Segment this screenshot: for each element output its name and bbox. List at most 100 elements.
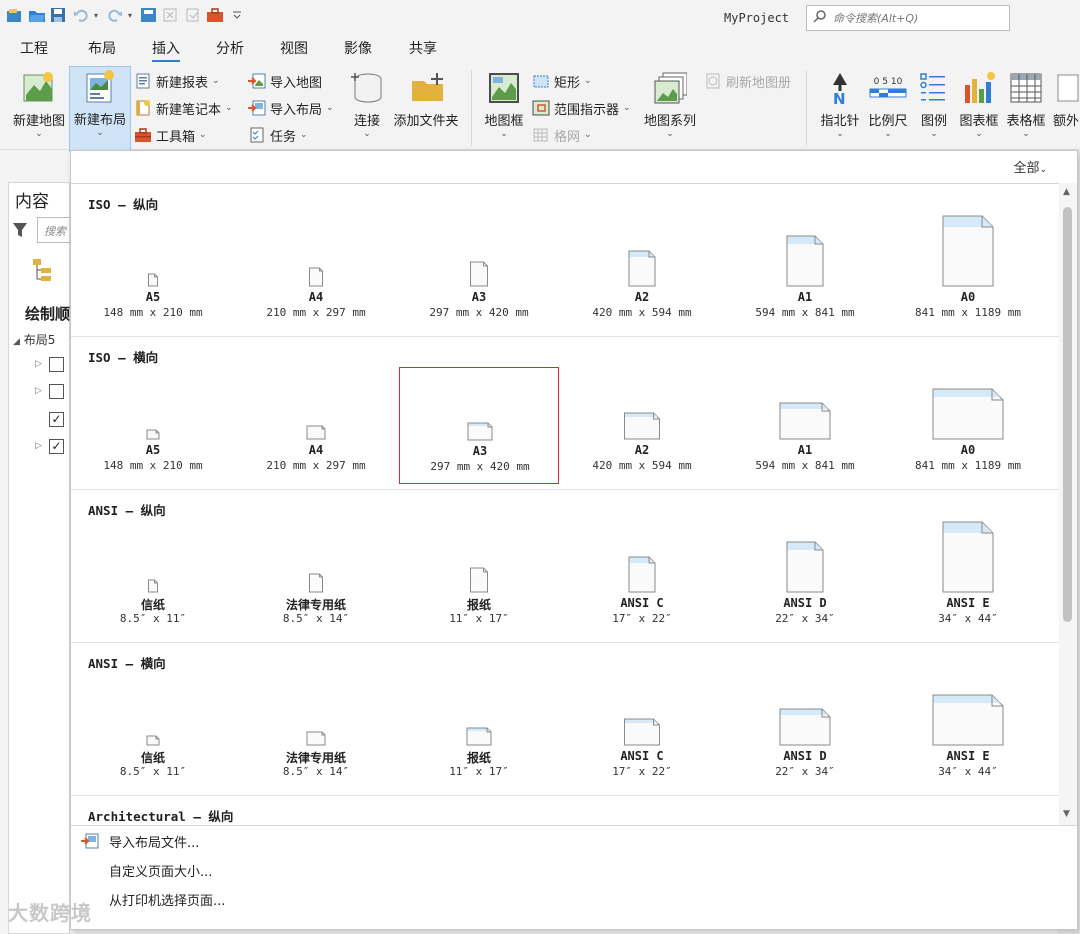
- page-size-name: A5: [145, 290, 161, 304]
- import-layout-button[interactable]: 导入布局 ⌄: [248, 97, 334, 119]
- page-size-option[interactable]: A5 148 mm x 210 mm: [73, 214, 233, 331]
- tab-project[interactable]: 工程: [20, 38, 48, 62]
- save-project-icon[interactable]: [50, 6, 68, 24]
- page-size-option[interactable]: 报纸 11″ x 17″: [399, 520, 559, 637]
- layout-tree-item[interactable]: ◢ 布局5: [13, 331, 55, 348]
- page-size-option[interactable]: ANSI D 22″ x 34″: [725, 673, 885, 790]
- page-size-option[interactable]: A1 594 mm x 841 mm: [725, 367, 885, 484]
- tab-layout[interactable]: 布局: [88, 38, 116, 62]
- new-notebook-button[interactable]: 新建笔记本 ⌄: [134, 97, 233, 119]
- toolbox-button[interactable]: 工具箱 ⌄: [134, 124, 207, 146]
- legend-button[interactable]: 图例 ⌄: [914, 68, 954, 148]
- scale-bar-button[interactable]: 0 5 10 比例尺 ⌄: [864, 68, 912, 148]
- add-folder-button[interactable]: 添加文件夹: [392, 68, 460, 148]
- page-size-option[interactable]: A4 210 mm x 297 mm: [236, 367, 396, 484]
- tab-insert[interactable]: 插入: [152, 38, 180, 62]
- extent-indicator-button[interactable]: 范围指示器 ⌄: [532, 97, 631, 119]
- page-size-option[interactable]: A2 420 mm x 594 mm: [562, 214, 722, 331]
- new-layout-button[interactable]: 新建布局 ⌄: [69, 66, 131, 152]
- tab-imagery[interactable]: 影像: [344, 38, 372, 62]
- list-by-drawing-order-icon[interactable]: [29, 257, 55, 287]
- page-size-option[interactable]: A3 297 mm x 420 mm: [399, 367, 559, 484]
- layer-visibility-checkbox[interactable]: [49, 357, 64, 372]
- page-size-option[interactable]: ANSI E 34″ x 44″: [888, 520, 1048, 637]
- collapse-icon[interactable]: ◢: [13, 337, 20, 347]
- page-size-option[interactable]: ANSI C 17″ x 22″: [562, 673, 722, 790]
- command-search-box[interactable]: [806, 5, 1010, 31]
- page-size-dimensions: 297 mm x 420 mm: [429, 306, 529, 319]
- new-map-icon: [22, 70, 56, 106]
- north-arrow-button[interactable]: N 指北针 ⌄: [818, 68, 862, 148]
- extra-icon: [1052, 70, 1080, 106]
- redo-icon[interactable]: [106, 6, 124, 24]
- page-size-dimensions: 8.5″ x 11″: [119, 612, 187, 625]
- edit-toggle-icon[interactable]: [184, 6, 202, 24]
- custom-page-size-menu-item[interactable]: 自定义页面大小...: [81, 857, 212, 883]
- redo-dropdown-chevron-icon[interactable]: ▾: [128, 11, 136, 20]
- expand-icon[interactable]: ▷: [35, 441, 42, 451]
- gallery-section: Architectural – 纵向: [71, 796, 1061, 827]
- page-size-option[interactable]: A0 841 mm x 1189 mm: [888, 367, 1048, 484]
- page-size-option[interactable]: A2 420 mm x 594 mm: [562, 367, 722, 484]
- page-icon: [306, 731, 326, 746]
- chevron-down-icon: ⌄: [930, 129, 938, 139]
- chart-frame-button[interactable]: 图表框 ⌄: [956, 68, 1002, 148]
- expand-icon[interactable]: ▷: [35, 386, 42, 396]
- connect-button[interactable]: 连接 ⌄: [346, 68, 388, 148]
- add-folder-label: 添加文件夹: [393, 114, 459, 129]
- page-outline: [146, 429, 160, 440]
- open-project-icon[interactable]: [28, 6, 46, 24]
- page-icon: [786, 541, 824, 593]
- scroll-down-icon[interactable]: ▼: [1063, 809, 1070, 819]
- rectangle-button[interactable]: 矩形 ⌄: [532, 70, 592, 92]
- customize-qat-icon[interactable]: [228, 6, 246, 24]
- tab-share[interactable]: 共享: [409, 38, 437, 62]
- command-search-input[interactable]: [833, 11, 1003, 25]
- page-header-band: [787, 542, 823, 550]
- page-size-option[interactable]: ANSI C 17″ x 22″: [562, 520, 722, 637]
- tasks-button[interactable]: 任务 ⌄: [248, 124, 308, 146]
- undo-icon[interactable]: [72, 6, 90, 24]
- page-size-option[interactable]: 法律专用纸 8.5″ x 14″: [236, 673, 396, 790]
- page-size-option[interactable]: A1 594 mm x 841 mm: [725, 214, 885, 331]
- import-layout-file-menu-item[interactable]: 导入布局文件...: [81, 828, 199, 854]
- new-project-icon[interactable]: [6, 6, 24, 24]
- map-frame-button[interactable]: 地图框 ⌄: [482, 68, 526, 148]
- toolbox-icon[interactable]: [206, 6, 224, 24]
- table-frame-button[interactable]: 表格框 ⌄: [1004, 68, 1048, 148]
- page-size-option[interactable]: ANSI D 22″ x 34″: [725, 520, 885, 637]
- map-series-button[interactable]: 地图系列 ⌄: [640, 68, 700, 148]
- scroll-up-icon[interactable]: ▲: [1063, 187, 1070, 197]
- grid-button[interactable]: 格网 ⌄: [532, 124, 592, 146]
- refresh-map-series-button[interactable]: 刷新地图册: [704, 70, 791, 92]
- undo-dropdown-chevron-icon[interactable]: ▾: [94, 11, 102, 20]
- expand-icon[interactable]: ▷: [35, 359, 42, 369]
- layer-visibility-checkbox[interactable]: [49, 384, 64, 399]
- page-size-option[interactable]: A0 841 mm x 1189 mm: [888, 214, 1048, 331]
- scrollbar-thumb[interactable]: [1063, 207, 1072, 622]
- page-size-name: 法律专用纸: [285, 598, 346, 612]
- new-report-button[interactable]: 新建报表 ⌄: [134, 70, 220, 92]
- tab-view[interactable]: 视图: [280, 38, 308, 62]
- page-size-option[interactable]: 法律专用纸 8.5″ x 14″: [236, 520, 396, 637]
- discard-edits-icon[interactable]: [162, 6, 180, 24]
- new-map-button[interactable]: 新建地图 ⌄: [8, 68, 70, 148]
- page-size-option[interactable]: 信纸 8.5″ x 11″: [73, 520, 233, 637]
- gallery-filter-dropdown[interactable]: 全部⌄: [1013, 157, 1047, 176]
- page-size-option[interactable]: 报纸 11″ x 17″: [399, 673, 559, 790]
- layer-visibility-checkbox[interactable]: ✓: [49, 439, 64, 454]
- page-size-option[interactable]: A3 297 mm x 420 mm: [399, 214, 559, 331]
- layer-visibility-checkbox[interactable]: ✓: [49, 412, 64, 427]
- page-size-option[interactable]: A5 148 mm x 210 mm: [73, 367, 233, 484]
- choose-page-from-printer-menu-item[interactable]: 从打印机选择页面...: [81, 886, 225, 912]
- page-size-option[interactable]: A4 210 mm x 297 mm: [236, 214, 396, 331]
- filter-icon[interactable]: [11, 221, 29, 243]
- page-size-option[interactable]: 信纸 8.5″ x 11″: [73, 673, 233, 790]
- tab-analysis[interactable]: 分析: [216, 38, 244, 62]
- import-map-button[interactable]: 导入地图: [248, 70, 322, 92]
- page-header-band: [787, 236, 823, 244]
- extra-button[interactable]: 额外: [1052, 68, 1080, 148]
- save-edits-icon[interactable]: [140, 6, 158, 24]
- gallery-scrollbar[interactable]: ▲ ▼: [1059, 183, 1077, 825]
- page-size-option[interactable]: ANSI E 34″ x 44″: [888, 673, 1048, 790]
